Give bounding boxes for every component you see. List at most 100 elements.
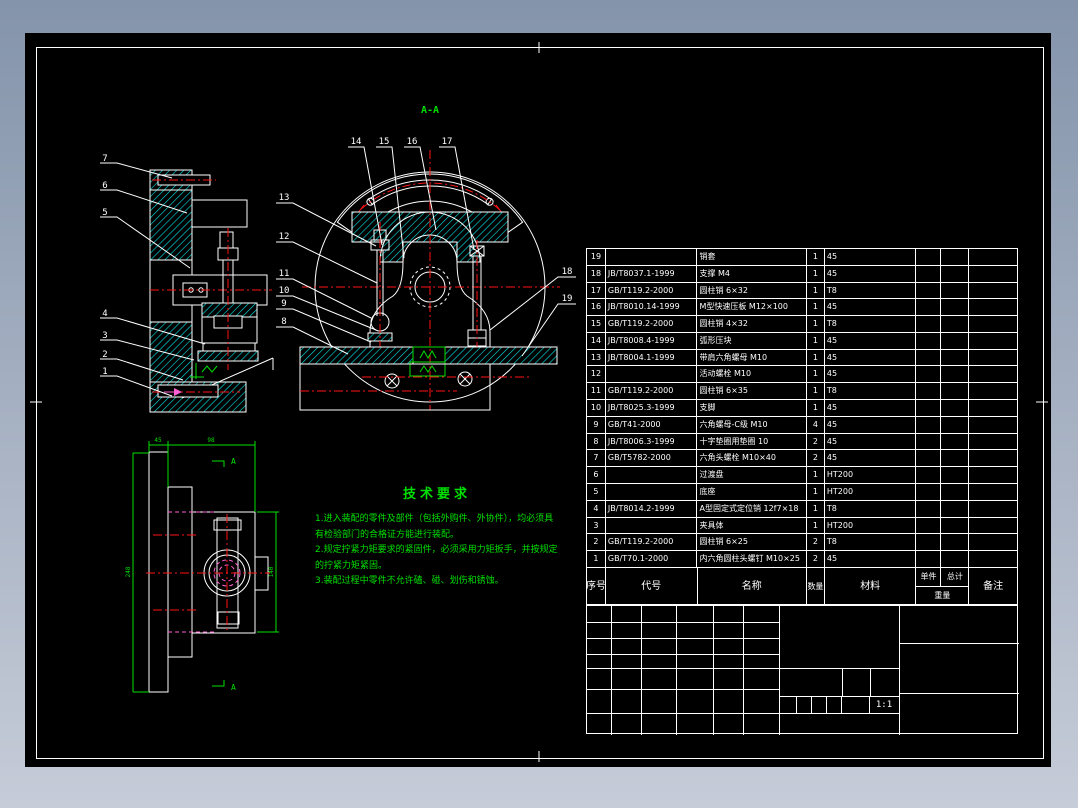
cell-no: 6: [587, 467, 606, 483]
cell-no: 12: [587, 366, 606, 383]
cell-total: [941, 517, 970, 534]
tech-requirement-item: 1.进入装配的零件及部件（包括外购件、外协件），均必须具有检验部门的合格证方能进…: [315, 514, 554, 540]
cell-unit: [916, 416, 942, 433]
cell-total: [941, 299, 970, 316]
drawing-canvas[interactable]: 7 6 5 4 3 2 1 A-A 14 15 16 17 13 12 11 1…: [25, 33, 1051, 767]
section-aa-view: A-A: [299, 105, 560, 411]
cell-unit: [916, 400, 942, 416]
cell-code: GB/T119.2-2000: [606, 534, 698, 551]
parts-table-row: 9 GB/T41-2000 六角螺母-C级 M10 4 45: [587, 416, 1017, 434]
cell-no: 14: [587, 332, 606, 349]
header-no: 序号: [587, 567, 606, 606]
cell-no: 17: [587, 282, 606, 299]
part-label: 4: [102, 309, 107, 319]
cell-name: 六角头螺栓 M10×40: [697, 450, 807, 467]
parts-table-rows: 19 销套 1 45 18 JB/T8037.1-1999 支撑 M4 1 45 17 GB/T11…: [587, 249, 1017, 568]
header-weight: 重量: [934, 591, 951, 601]
cell-unit: [916, 551, 942, 567]
parts-table: 19 销套 1 45 18 JB/T8037.1-1999 支撑 M4 1 45 17 GB/T11…: [586, 248, 1018, 606]
front-view: 45 98 248 140 A A: [125, 437, 279, 693]
cell-name: 内六角圆柱头螺钉 M10×25: [697, 551, 807, 567]
cell-qty: 1: [807, 316, 825, 332]
cell-no: 1: [587, 551, 606, 567]
cell-name: 支撑 M4: [697, 265, 807, 282]
cell-unit: [916, 450, 942, 467]
cell-total: [941, 383, 970, 400]
parts-table-row: 1 GB/T70.1-2000 内六角圆柱头螺钉 M10×25 2 45: [587, 551, 1017, 568]
cell-remark: [969, 283, 1017, 299]
cell-name: 圆柱销 4×32: [697, 316, 807, 332]
header-code: 代号: [606, 567, 698, 606]
cell-qty: 1: [807, 249, 825, 265]
header-unit: 单件: [916, 567, 942, 586]
cell-total: [941, 249, 970, 265]
cell-total: [941, 400, 970, 416]
cell-remark: [969, 350, 1017, 366]
cell-material: T8: [825, 282, 917, 299]
header-qty: 数量: [807, 567, 825, 606]
parts-table-row: 18 JB/T8037.1-1999 支撑 M4 1 45: [587, 265, 1017, 283]
cell-unit: [916, 249, 942, 265]
cell-name: 夹具体: [697, 517, 807, 534]
cell-name: 销套: [697, 249, 807, 265]
part-label: 16: [407, 137, 418, 147]
cell-unit: [916, 483, 942, 500]
parts-table-header-row: 序号 代号 名称 数量 材料 单件 总计 重量 备注: [587, 567, 1017, 606]
cell-total: [941, 366, 970, 383]
cell-remark: [969, 266, 1017, 282]
cell-code: JB/T8010.14-1999: [606, 299, 698, 316]
parts-table-row: 7 GB/T5782-2000 六角头螺栓 M10×40 2 45: [587, 450, 1017, 468]
cell-total: [941, 433, 970, 450]
parts-table-row: 8 JB/T8006.3-1999 十字垫圈用垫圈 10 2 45: [587, 433, 1017, 451]
cell-no: 10: [587, 400, 606, 416]
cell-remark: [969, 366, 1017, 382]
cell-unit: [916, 467, 942, 483]
cell-remark: [969, 333, 1017, 349]
parts-table-row: 16 JB/T8010.14-1999 M型快速压板 M12×100 1 45: [587, 299, 1017, 317]
parts-table-row: 6 过渡盘 1 HT200: [587, 467, 1017, 484]
tech-requirement-item: 3.装配过程中零件不允许磕、碰、划伤和锈蚀。: [315, 576, 504, 586]
section-letter: A: [231, 683, 236, 692]
cell-total: [941, 316, 970, 332]
cell-qty: 2: [807, 433, 825, 450]
part-label: 7: [102, 154, 107, 164]
cell-material: HT200: [825, 483, 917, 500]
cell-code: JB/T8008.4-1999: [606, 332, 698, 349]
cell-total: [941, 483, 970, 500]
cell-qty: 1: [807, 282, 825, 299]
cell-qty: 1: [807, 349, 825, 366]
cell-total: [941, 416, 970, 433]
cell-unit: [916, 349, 942, 366]
cell-qty: 2: [807, 450, 825, 467]
header-name: 名称: [698, 567, 807, 606]
cell-name: 圆柱销 6×35: [697, 383, 807, 400]
cell-material: 45: [825, 249, 917, 265]
parts-table-row: 4 JB/T8014.2-1999 A型固定式定位销 12f7×18 1 T8: [587, 500, 1017, 518]
header-remark: 备注: [983, 580, 1004, 592]
parts-table-row: 12 活动螺栓 M10 1 45: [587, 366, 1017, 384]
cell-material: 45: [825, 450, 917, 467]
cell-unit: [916, 500, 942, 517]
part-label: 17: [442, 137, 453, 147]
cell-code: JB/T8004.1-1999: [606, 349, 698, 366]
cell-material: T8: [825, 500, 917, 517]
cell-material: 45: [825, 551, 917, 567]
part-label: 15: [379, 137, 390, 147]
cell-material: 45: [825, 366, 917, 383]
cell-qty: 1: [807, 332, 825, 349]
part-label: 1: [102, 367, 107, 377]
cell-name: 底座: [697, 483, 807, 500]
cell-unit: [916, 282, 942, 299]
cell-total: [941, 467, 970, 483]
cell-unit: [916, 366, 942, 383]
tech-requirement-item: 2.规定拧紧力矩要求的紧固件，必须采用力矩扳手，并按规定的拧紧力矩紧固。: [315, 545, 558, 571]
cell-remark: [969, 467, 1017, 483]
cell-code: [606, 366, 698, 383]
cell-remark: [969, 551, 1017, 567]
cell-remark: [969, 316, 1017, 332]
support-symbol: [190, 363, 218, 379]
part-label: 10: [279, 286, 290, 296]
parts-table-row: 19 销套 1 45: [587, 249, 1017, 266]
cell-qty: 1: [807, 299, 825, 316]
cell-no: 16: [587, 299, 606, 316]
